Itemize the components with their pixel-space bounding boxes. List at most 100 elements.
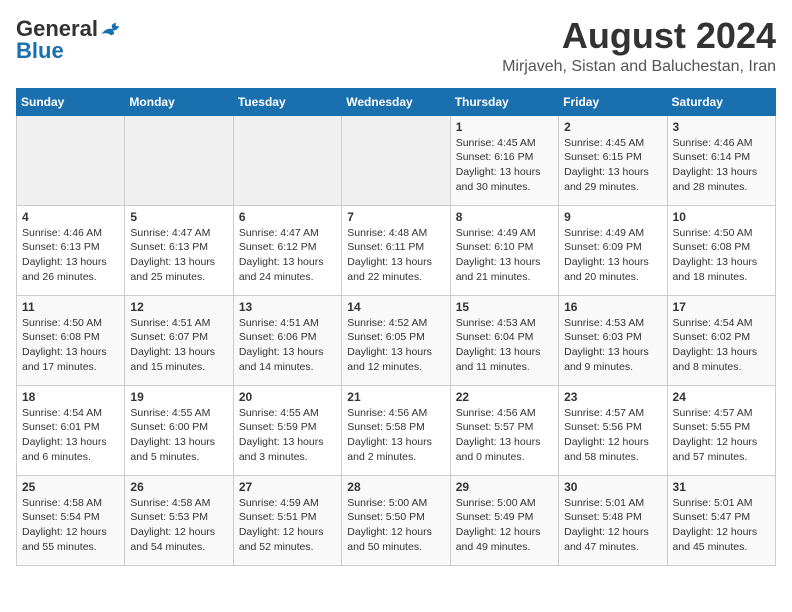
calendar-cell: 10 Sunrise: 4:50 AM Sunset: 6:08 PM Dayli…	[667, 205, 775, 295]
calendar-cell	[125, 115, 233, 205]
day-number: 7	[347, 210, 444, 224]
calendar-cell: 18 Sunrise: 4:54 AM Sunset: 6:01 PM Dayli…	[17, 385, 125, 475]
calendar-cell	[17, 115, 125, 205]
day-number: 30	[564, 480, 661, 494]
day-info: Sunrise: 4:51 AM Sunset: 6:07 PM Dayligh…	[130, 316, 227, 375]
day-info: Sunrise: 4:45 AM Sunset: 6:15 PM Dayligh…	[564, 136, 661, 195]
day-info: Sunrise: 4:45 AM Sunset: 6:16 PM Dayligh…	[456, 136, 553, 195]
day-info: Sunrise: 4:50 AM Sunset: 6:08 PM Dayligh…	[673, 226, 770, 285]
day-number: 18	[22, 390, 119, 404]
calendar-cell: 26Sunrise: 4:58 AM Sunset: 5:53 PM Dayli…	[125, 475, 233, 565]
page-header: General Blue August 2024 Mirjaveh, Sista…	[16, 16, 776, 76]
day-number: 6	[239, 210, 336, 224]
calendar-week-row: 11 Sunrise: 4:50 AM Sunset: 6:08 PM Dayli…	[17, 295, 776, 385]
calendar-cell	[342, 115, 450, 205]
calendar-cell: 20 Sunrise: 4:55 AM Sunset: 5:59 PM Dayli…	[233, 385, 341, 475]
day-info: Sunrise: 4:56 AM Sunset: 5:58 PM Dayligh…	[347, 406, 444, 465]
calendar-cell: 2Sunrise: 4:45 AM Sunset: 6:15 PM Daylig…	[559, 115, 667, 205]
day-number: 23	[564, 390, 661, 404]
calendar-cell: 11 Sunrise: 4:50 AM Sunset: 6:08 PM Dayli…	[17, 295, 125, 385]
day-number: 10	[673, 210, 770, 224]
calendar-cell: 9 Sunrise: 4:49 AM Sunset: 6:09 PM Daylig…	[559, 205, 667, 295]
calendar-cell: 24 Sunrise: 4:57 AM Sunset: 5:55 PM Dayli…	[667, 385, 775, 475]
calendar-cell: 25Sunrise: 4:58 AM Sunset: 5:54 PM Dayli…	[17, 475, 125, 565]
calendar-cell: 6Sunrise: 4:47 AM Sunset: 6:12 PM Daylig…	[233, 205, 341, 295]
day-number: 15	[456, 300, 553, 314]
calendar-cell: 22Sunrise: 4:56 AM Sunset: 5:57 PM Dayli…	[450, 385, 558, 475]
calendar-week-row: 18 Sunrise: 4:54 AM Sunset: 6:01 PM Dayli…	[17, 385, 776, 475]
calendar-week-row: 4 Sunrise: 4:46 AM Sunset: 6:13 PM Daylig…	[17, 205, 776, 295]
day-number: 17	[673, 300, 770, 314]
calendar-cell: 17 Sunrise: 4:54 AM Sunset: 6:02 PM Dayli…	[667, 295, 775, 385]
day-info: Sunrise: 5:01 AM Sunset: 5:48 PM Dayligh…	[564, 496, 661, 555]
day-info: Sunrise: 5:01 AM Sunset: 5:47 PM Dayligh…	[673, 496, 770, 555]
calendar-header-tuesday: Tuesday	[233, 88, 341, 115]
day-number: 4	[22, 210, 119, 224]
calendar-cell: 31 Sunrise: 5:01 AM Sunset: 5:47 PM Dayli…	[667, 475, 775, 565]
calendar-header-saturday: Saturday	[667, 88, 775, 115]
day-number: 21	[347, 390, 444, 404]
day-number: 9	[564, 210, 661, 224]
calendar-cell: 30 Sunrise: 5:01 AM Sunset: 5:48 PM Dayli…	[559, 475, 667, 565]
calendar-cell: 28 Sunrise: 5:00 AM Sunset: 5:50 PM Dayli…	[342, 475, 450, 565]
calendar-cell: 14Sunrise: 4:52 AM Sunset: 6:05 PM Dayli…	[342, 295, 450, 385]
calendar-cell: 19Sunrise: 4:55 AM Sunset: 6:00 PM Dayli…	[125, 385, 233, 475]
calendar-cell: 4 Sunrise: 4:46 AM Sunset: 6:13 PM Daylig…	[17, 205, 125, 295]
day-info: Sunrise: 4:56 AM Sunset: 5:57 PM Dayligh…	[456, 406, 553, 465]
day-info: Sunrise: 4:59 AM Sunset: 5:51 PM Dayligh…	[239, 496, 336, 555]
day-number: 24	[673, 390, 770, 404]
day-info: Sunrise: 4:58 AM Sunset: 5:53 PM Dayligh…	[130, 496, 227, 555]
day-info: Sunrise: 4:51 AM Sunset: 6:06 PM Dayligh…	[239, 316, 336, 375]
day-number: 11	[22, 300, 119, 314]
calendar-header-row: SundayMondayTuesdayWednesdayThursdayFrid…	[17, 88, 776, 115]
calendar-table: SundayMondayTuesdayWednesdayThursdayFrid…	[16, 88, 776, 566]
day-info: Sunrise: 5:00 AM Sunset: 5:49 PM Dayligh…	[456, 496, 553, 555]
day-number: 3	[673, 120, 770, 134]
calendar-cell: 1Sunrise: 4:45 AM Sunset: 6:16 PM Daylig…	[450, 115, 558, 205]
day-info: Sunrise: 4:46 AM Sunset: 6:14 PM Dayligh…	[673, 136, 770, 195]
day-number: 31	[673, 480, 770, 494]
day-info: Sunrise: 4:54 AM Sunset: 6:01 PM Dayligh…	[22, 406, 119, 465]
day-info: Sunrise: 4:54 AM Sunset: 6:02 PM Dayligh…	[673, 316, 770, 375]
calendar-header-thursday: Thursday	[450, 88, 558, 115]
day-number: 27	[239, 480, 336, 494]
day-number: 28	[347, 480, 444, 494]
calendar-header-monday: Monday	[125, 88, 233, 115]
logo-blue-text: Blue	[16, 38, 64, 64]
day-info: Sunrise: 4:50 AM Sunset: 6:08 PM Dayligh…	[22, 316, 119, 375]
day-number: 12	[130, 300, 227, 314]
calendar-header-friday: Friday	[559, 88, 667, 115]
calendar-week-row: 1Sunrise: 4:45 AM Sunset: 6:16 PM Daylig…	[17, 115, 776, 205]
day-info: Sunrise: 4:57 AM Sunset: 5:55 PM Dayligh…	[673, 406, 770, 465]
calendar-cell: 5Sunrise: 4:47 AM Sunset: 6:13 PM Daylig…	[125, 205, 233, 295]
day-number: 13	[239, 300, 336, 314]
page-title: August 2024	[502, 16, 776, 56]
calendar-week-row: 25Sunrise: 4:58 AM Sunset: 5:54 PM Dayli…	[17, 475, 776, 565]
calendar-cell: 29Sunrise: 5:00 AM Sunset: 5:49 PM Dayli…	[450, 475, 558, 565]
day-info: Sunrise: 4:53 AM Sunset: 6:04 PM Dayligh…	[456, 316, 553, 375]
calendar-cell	[233, 115, 341, 205]
day-number: 5	[130, 210, 227, 224]
calendar-cell: 12 Sunrise: 4:51 AM Sunset: 6:07 PM Dayli…	[125, 295, 233, 385]
day-number: 20	[239, 390, 336, 404]
day-info: Sunrise: 4:52 AM Sunset: 6:05 PM Dayligh…	[347, 316, 444, 375]
day-number: 25	[22, 480, 119, 494]
day-info: Sunrise: 5:00 AM Sunset: 5:50 PM Dayligh…	[347, 496, 444, 555]
day-info: Sunrise: 4:49 AM Sunset: 6:10 PM Dayligh…	[456, 226, 553, 285]
day-info: Sunrise: 4:57 AM Sunset: 5:56 PM Dayligh…	[564, 406, 661, 465]
calendar-cell: 13 Sunrise: 4:51 AM Sunset: 6:06 PM Dayli…	[233, 295, 341, 385]
day-info: Sunrise: 4:49 AM Sunset: 6:09 PM Dayligh…	[564, 226, 661, 285]
logo: General Blue	[16, 16, 124, 64]
day-number: 19	[130, 390, 227, 404]
day-info: Sunrise: 4:46 AM Sunset: 6:13 PM Dayligh…	[22, 226, 119, 285]
day-info: Sunrise: 4:55 AM Sunset: 5:59 PM Dayligh…	[239, 406, 336, 465]
calendar-header-wednesday: Wednesday	[342, 88, 450, 115]
day-info: Sunrise: 4:53 AM Sunset: 6:03 PM Dayligh…	[564, 316, 661, 375]
logo-bird-icon	[100, 19, 124, 39]
title-block: August 2024 Mirjaveh, Sistan and Baluche…	[502, 16, 776, 76]
day-number: 8	[456, 210, 553, 224]
day-info: Sunrise: 4:48 AM Sunset: 6:11 PM Dayligh…	[347, 226, 444, 285]
calendar-cell: 23 Sunrise: 4:57 AM Sunset: 5:56 PM Dayli…	[559, 385, 667, 475]
calendar-cell: 3 Sunrise: 4:46 AM Sunset: 6:14 PM Daylig…	[667, 115, 775, 205]
day-number: 16	[564, 300, 661, 314]
